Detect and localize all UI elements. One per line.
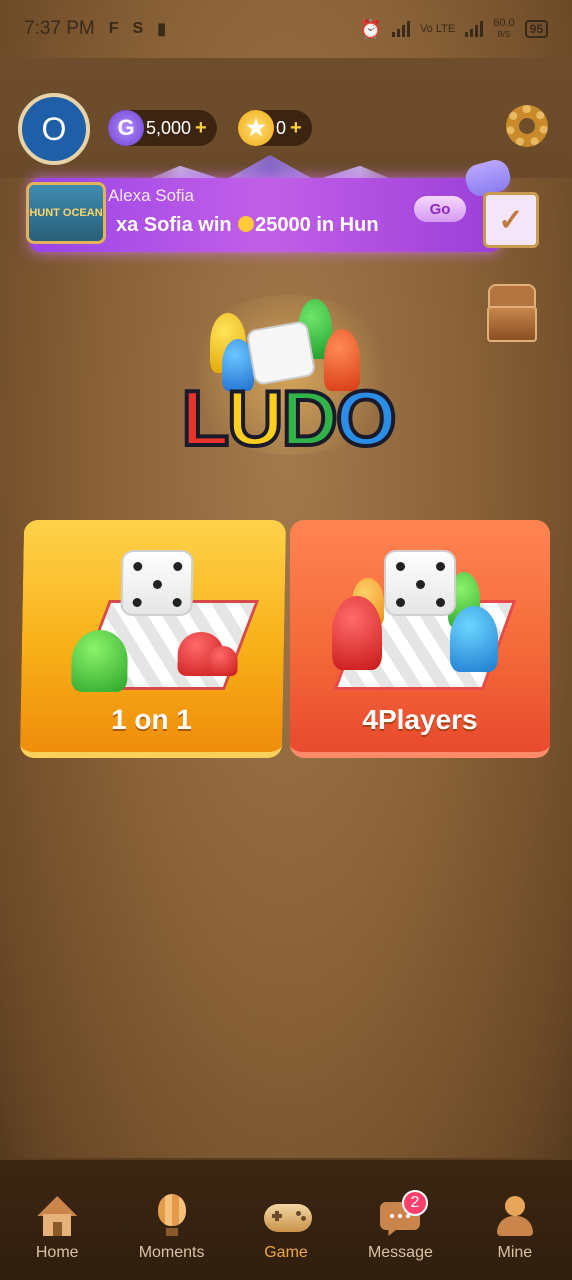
status-time: 7:37 PM [24,18,95,39]
battery-icon: 95 [524,20,548,38]
data-speed-value: 60.0 [493,17,515,29]
signal-icon [391,21,410,37]
home-icon [35,1194,79,1238]
alarm-icon: ⏰ [359,18,382,39]
dice-dot [173,562,183,571]
dice-dot [152,580,163,589]
balloon-icon [150,1194,194,1238]
dice-icon [384,550,456,616]
bottom-nav: Home Moments Game Message Mine [0,1158,572,1280]
one-on-one-label: 1 on 1 [110,704,193,735]
go-button[interactable]: Go [414,196,466,222]
dice-dot [172,598,182,607]
person-icon [493,1194,537,1238]
nav-item-game[interactable]: Game [229,1160,343,1280]
four-players-label: 4Players [362,704,478,735]
treasure-chest-icon[interactable] [478,282,546,342]
nav-item-message[interactable]: Message [343,1160,457,1280]
nav-item-home[interactable]: Home [0,1160,114,1280]
coins-balance[interactable]: ★ 0 + [238,110,312,146]
s-notification-icon: S [132,20,144,37]
signal-2-icon [465,21,484,37]
red-pawn-icon [332,596,382,670]
message-count-badge: 2 [402,1190,428,1216]
gems-balance[interactable]: G 5,000 + [108,110,217,146]
nav-item-mine[interactable]: Mine [458,1160,572,1280]
nav-label-mine: Mine [497,1244,533,1261]
banner-message-suffix: in Hun [310,214,379,236]
blue-pawn-icon [450,606,498,672]
f-notification-icon: F [108,20,119,37]
network-type: Vo LTE [419,23,456,35]
banner-message-prefix: xa Sofia win [116,214,238,236]
banner-user-name: Alexa Sofia [108,186,194,205]
coins-amount: 0 [276,117,287,138]
dice-icon [120,550,194,616]
red-pawn-2-icon [207,646,238,676]
dice-dot [436,598,445,607]
add-coins-icon[interactable]: + [290,117,302,140]
data-speed-unit: B/S [497,30,511,39]
nav-label-home: Home [35,1244,79,1261]
dice-dot [133,562,143,571]
nav-label-message: Message [367,1244,433,1261]
gem-icon: G [108,110,144,146]
check-in-calendar-icon[interactable]: ✓ [483,192,539,248]
logo-letter-o: O [334,372,399,464]
ludo-logo: LUDO [160,295,416,470]
logo-letter-u: U [225,372,285,464]
chest-box [487,306,537,342]
dice-dot [396,562,405,571]
dice-dot [132,598,142,607]
chest-lid [488,284,536,308]
banner-message-amount: 25000 [255,214,311,236]
one-on-one-mode-card[interactable]: 1 on 1 [19,520,287,758]
dice-dot [416,580,425,589]
data-speed: 60.0 B/S [493,18,514,40]
green-pawn-icon [71,630,129,692]
hunt-ocean-game-icon[interactable]: HUNT OCEAN [26,182,106,244]
nav-label-game: Game [264,1244,308,1261]
add-gems-icon[interactable]: + [195,117,207,140]
logo-word: LUDO [160,372,416,464]
coin-icon [238,216,255,232]
coin-icon: ★ [238,110,274,146]
gems-amount: 5,000 [146,117,192,138]
dice-dot [436,562,445,571]
gear-icon[interactable] [506,105,548,147]
dice-dot [396,598,405,607]
nav-label-moments: Moments [138,1244,205,1261]
trash-notification-icon: ▮ [157,21,167,38]
four-players-mode-card[interactable]: 4Players [290,520,550,758]
avatar[interactable]: O [18,93,90,165]
logo-letter-l: L [179,372,231,464]
nav-item-moments[interactable]: Moments [114,1160,228,1280]
logo-letter-d: D [279,372,339,464]
status-bar: 7:37 PM F S ▮ ⏰ Vo LTE 60.0 B/S 95 [0,0,572,58]
gamepad-icon [264,1194,313,1238]
banner-win-message: xa Sofia win 25000 in Hun [116,214,390,240]
